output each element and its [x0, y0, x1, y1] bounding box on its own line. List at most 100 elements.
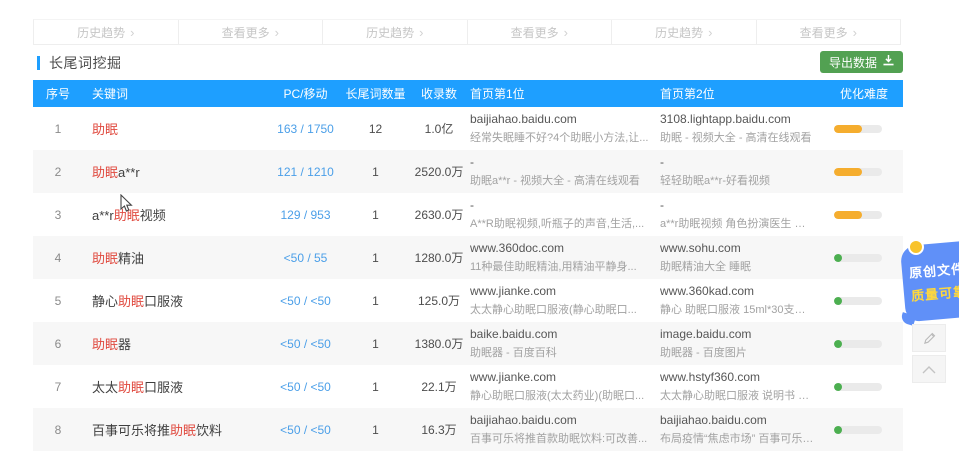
- table-row: 6 助眠器 <50 / <50 1 1380.0万 baike.baidu.co…: [33, 322, 903, 365]
- top-link[interactable]: 历史趋势 ›: [612, 20, 757, 44]
- row-seq: 1: [33, 122, 83, 136]
- difficulty-bar-fill: [834, 426, 842, 434]
- top1-desc: 助眠a**r - 视频大全 - 高清在线观看: [470, 172, 650, 188]
- table-header-row: 序号 关键词 PC/移动 长尾词数量 收录数 首页第1位 首页第2位 优化难度: [33, 80, 903, 107]
- top1-desc: 11种最佳助眠精油,用精油平静身...: [470, 258, 650, 274]
- side-tools: [912, 324, 946, 386]
- keyword-highlight: 助眠: [118, 294, 144, 309]
- indexed-count-value: 2630.0万: [408, 206, 470, 223]
- keyword-link[interactable]: 助眠: [83, 119, 268, 138]
- keyword-link[interactable]: 百事可乐将推助眠饮料: [83, 420, 268, 439]
- top2-desc: 布局疫情“焦虑市场” 百事可乐将...: [660, 430, 815, 446]
- pc-mobile-index-link[interactable]: 163 / 1750: [268, 122, 343, 136]
- keyword-text: 百事可乐将推: [92, 423, 170, 438]
- pc-mobile-index-link[interactable]: <50 / <50: [268, 294, 343, 308]
- indexed-count-value: 22.1万: [408, 378, 470, 395]
- difficulty-bar-fill: [834, 254, 842, 262]
- top-link[interactable]: 查看更多 ›: [179, 20, 324, 44]
- top2-desc: 助眠器 - 百度图片: [660, 344, 815, 360]
- top-link[interactable]: 历史趋势 ›: [323, 20, 468, 44]
- chevron-right-icon: ›: [130, 26, 134, 39]
- top2-domain: baijiahao.baidu.com: [660, 413, 815, 427]
- top2-desc: 轻轻助眠a**r-好看视频: [660, 172, 815, 188]
- top1-cell: baijiahao.baidu.com 经常失眠睡不好?4个助眠小方法,让...: [470, 112, 660, 145]
- difficulty-bar: [834, 125, 882, 133]
- top1-domain: -: [470, 155, 650, 169]
- header-seq: 序号: [33, 85, 83, 102]
- top1-cell: baike.baidu.com 助眠器 - 百度百科: [470, 327, 660, 360]
- badge-dot-icon: [908, 239, 924, 255]
- keyword-link[interactable]: 太太助眠口服液: [83, 377, 268, 396]
- top1-domain: www.360doc.com: [470, 241, 650, 255]
- difficulty-cell: [825, 297, 903, 305]
- top1-domain: -: [470, 198, 650, 212]
- keyword-link[interactable]: 静心助眠口服液: [83, 291, 268, 310]
- difficulty-bar-fill: [834, 297, 842, 305]
- header-top2: 首页第2位: [660, 85, 825, 102]
- difficulty-bar-fill: [834, 211, 862, 219]
- keyword-link[interactable]: a**r助眠视频: [83, 205, 268, 224]
- keyword-text: 饮料: [196, 423, 222, 438]
- difficulty-bar: [834, 426, 882, 434]
- top-links-bar: 历史趋势 › 查看更多 › 历史趋势 › 查看更多 › 历史趋势 › 查看更多 …: [33, 19, 901, 45]
- top2-desc: 静心 助眠口服液 15ml*30支价格...: [660, 301, 815, 317]
- chevron-right-icon: ›: [708, 26, 712, 39]
- table-row: 2 助眠a**r 121 / 1210 1 2520.0万 - 助眠a**r -…: [33, 150, 903, 193]
- edit-button[interactable]: [912, 324, 946, 352]
- table-row: 5 静心助眠口服液 <50 / <50 1 125.0万 www.jianke.…: [33, 279, 903, 322]
- chevron-up-icon: [922, 365, 936, 374]
- pc-mobile-index-link[interactable]: <50 / 55: [268, 251, 343, 265]
- top2-domain: www.hstyf360.com: [660, 370, 815, 384]
- top2-domain: www.360kad.com: [660, 284, 815, 298]
- download-icon: [883, 55, 894, 69]
- pc-mobile-index-link[interactable]: 129 / 953: [268, 208, 343, 222]
- export-data-button[interactable]: 导出数据: [820, 51, 903, 73]
- section-title: 长尾词挖掘: [49, 53, 122, 73]
- difficulty-bar-fill: [834, 383, 842, 391]
- table-row: 4 助眠精油 <50 / 55 1 1280.0万 www.360doc.com…: [33, 236, 903, 279]
- top2-cell: www.sohu.com 助眠精油大全 睡眠: [660, 241, 825, 274]
- difficulty-cell: [825, 340, 903, 348]
- table-row: 3 a**r助眠视频 129 / 953 1 2630.0万 - A**R助眠视…: [33, 193, 903, 236]
- top1-cell: www.360doc.com 11种最佳助眠精油,用精油平静身...: [470, 241, 660, 274]
- top1-cell: www.jianke.com 静心助眠口服液(太太药业)(助眠口...: [470, 370, 660, 403]
- indexed-count-value: 2520.0万: [408, 163, 470, 180]
- keyword-text: 精油: [118, 251, 144, 266]
- header-pc-mobile: PC/移动: [268, 85, 343, 102]
- pc-mobile-index-link[interactable]: 121 / 1210: [268, 165, 343, 179]
- keyword-text: 视频: [140, 208, 166, 223]
- pc-mobile-index-link[interactable]: <50 / <50: [268, 337, 343, 351]
- longtail-count-value: 1: [343, 165, 408, 179]
- original-doc-badge[interactable]: 原创文件 质量可靠: [900, 240, 959, 323]
- top-link-label: 查看更多: [222, 24, 270, 41]
- row-seq: 7: [33, 380, 83, 394]
- keyword-link[interactable]: 助眠精油: [83, 248, 268, 267]
- header-top1: 首页第1位: [470, 85, 660, 102]
- top1-desc: 助眠器 - 百度百科: [470, 344, 650, 360]
- top2-cell: image.baidu.com 助眠器 - 百度图片: [660, 327, 825, 360]
- difficulty-bar-fill: [834, 125, 862, 133]
- keyword-link[interactable]: 助眠a**r: [83, 162, 268, 181]
- section-header: 长尾词挖掘 导出数据: [33, 51, 903, 75]
- top1-desc: A**R助眠视频,听瓶子的声音,生活,...: [470, 215, 650, 231]
- top-link[interactable]: 查看更多 ›: [757, 20, 901, 44]
- top2-domain: -: [660, 155, 815, 169]
- difficulty-cell: [825, 426, 903, 434]
- top2-desc: a**r助眠视频 角色扮演医生 哔哩...: [660, 215, 815, 231]
- top-link[interactable]: 查看更多 ›: [468, 20, 613, 44]
- top-link[interactable]: 历史趋势 ›: [34, 20, 179, 44]
- scroll-top-button[interactable]: [912, 355, 946, 383]
- keyword-highlight: 助眠: [92, 337, 118, 352]
- top-link-label: 历史趋势: [655, 24, 703, 41]
- top2-cell: www.360kad.com 静心 助眠口服液 15ml*30支价格...: [660, 284, 825, 317]
- pc-mobile-index-link[interactable]: <50 / <50: [268, 423, 343, 437]
- keyword-link[interactable]: 助眠器: [83, 334, 268, 353]
- top1-domain: baike.baidu.com: [470, 327, 650, 341]
- table-row: 1 助眠 163 / 1750 12 1.0亿 baijiahao.baidu.…: [33, 107, 903, 150]
- pc-mobile-index-link[interactable]: <50 / <50: [268, 380, 343, 394]
- keyword-text: 静心: [92, 294, 118, 309]
- chevron-right-icon: ›: [564, 26, 568, 39]
- keyword-highlight: 助眠: [170, 423, 196, 438]
- indexed-count-value: 1280.0万: [408, 249, 470, 266]
- top2-cell: 3108.lightapp.baidu.com 助眠 - 视频大全 - 高清在线…: [660, 112, 825, 145]
